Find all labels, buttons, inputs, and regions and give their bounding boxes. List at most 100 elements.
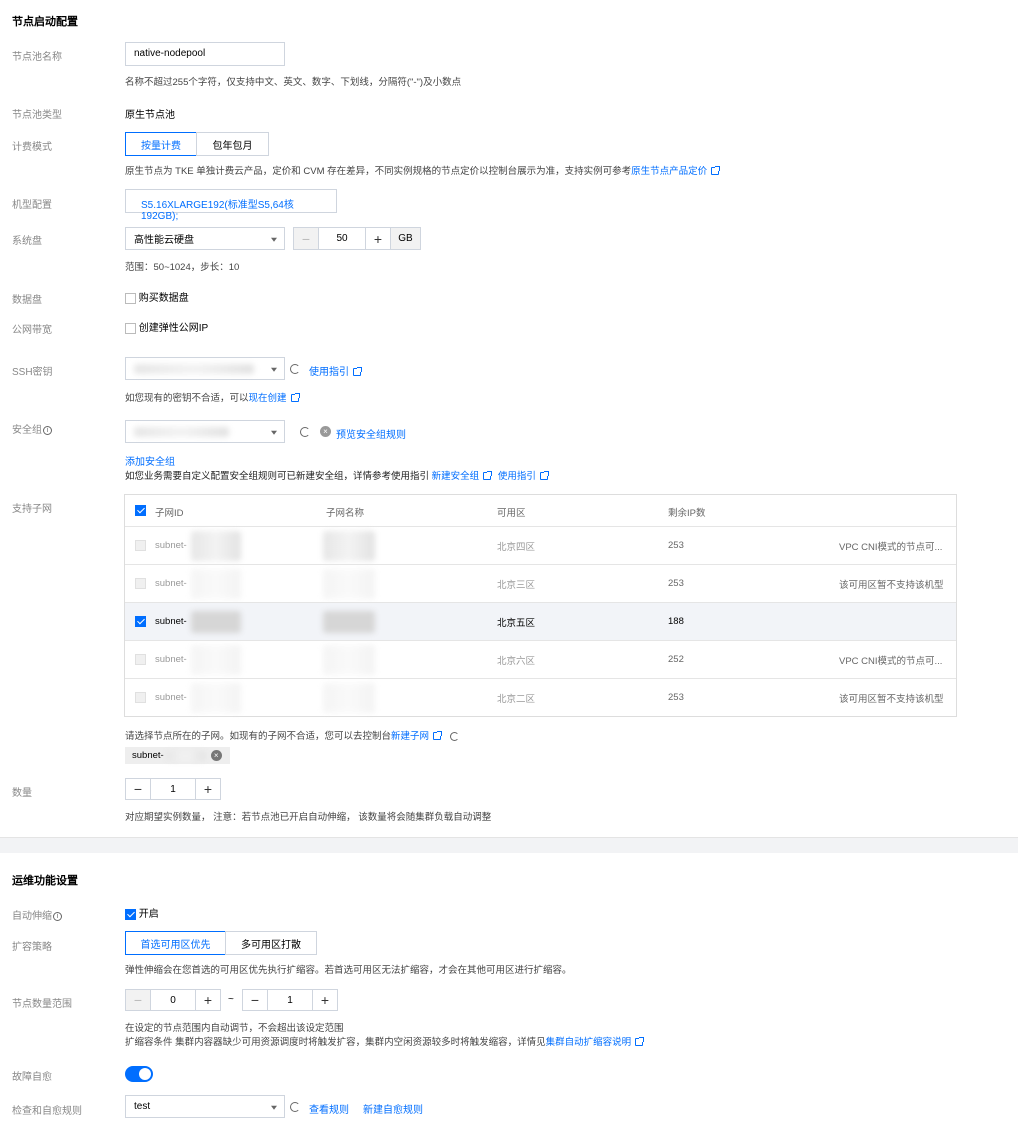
- create-selfheal-rule-link[interactable]: 新建自愈规则: [363, 1101, 423, 1116]
- subnet-name-redacted: [323, 644, 375, 675]
- strategy-spread-button[interactable]: 多可用区打散: [225, 931, 317, 955]
- refresh-icon[interactable]: [290, 1102, 300, 1112]
- subnet-zone: 北京二区: [497, 693, 536, 705]
- select-all-checkbox[interactable]: [135, 505, 146, 516]
- tag-redacted: [165, 750, 206, 761]
- table-row[interactable]: subnet- 北京六区 252 VPC CNI模式的节点可...: [125, 640, 956, 678]
- subnet-zone: 北京四区: [497, 541, 536, 553]
- ssh-key-select[interactable]: [125, 357, 285, 380]
- subnet-name-redacted: [323, 682, 375, 713]
- secgroup-hint: 如您业务需要自定义配置安全组规则可已新建安全组，详情参考使用指引 新建安全组 使…: [125, 468, 549, 482]
- strategy-preferred-zone-button[interactable]: 首选可用区优先: [125, 931, 226, 955]
- autoscale-checkbox[interactable]: [125, 908, 136, 920]
- range-max-decrease-button[interactable]: −: [243, 990, 267, 1010]
- external-link-icon: [483, 471, 493, 481]
- range-min-increase-button[interactable]: +: [196, 990, 220, 1010]
- create-key-link[interactable]: 现在创建: [249, 393, 287, 404]
- subnet-id: subnet-: [155, 540, 187, 551]
- datadisk-checkbox[interactable]: [125, 292, 136, 304]
- external-link-icon: [711, 166, 721, 176]
- row-checkbox[interactable]: [135, 578, 146, 589]
- row-checkbox[interactable]: [135, 616, 146, 627]
- new-secgroup-link[interactable]: 新建安全组: [432, 471, 480, 482]
- subnet-name-redacted: [323, 530, 375, 561]
- info-icon[interactable]: i: [53, 911, 62, 921]
- sysdisk-increase-button[interactable]: +: [366, 228, 390, 249]
- range-min-decrease-button[interactable]: −: [126, 990, 150, 1010]
- subnet-id-redacted: [191, 610, 241, 633]
- model-select-button[interactable]: S5.16XLARGE192(标准型S5,64核192GB);: [125, 189, 337, 222]
- row-checkbox[interactable]: [135, 692, 146, 703]
- pool-name-input[interactable]: native-nodepool: [125, 42, 285, 66]
- subnet-zone: 北京六区: [497, 655, 536, 667]
- row-checkbox[interactable]: [135, 540, 146, 551]
- subnet-zone: 北京五区: [497, 617, 536, 629]
- billing-pay-as-you-go-button[interactable]: 按量计费: [125, 132, 197, 156]
- sysdisk-size-value[interactable]: 50: [318, 228, 366, 249]
- datadisk-checkbox-row[interactable]: 购买数据盘: [125, 289, 189, 304]
- billing-monthly-button[interactable]: 包年包月: [196, 132, 269, 156]
- autoscale-label-text: 自动伸缩: [12, 911, 52, 922]
- preview-secgroup-rules-link[interactable]: 预览安全组规则: [336, 426, 406, 441]
- subnet-id: subnet-: [155, 578, 187, 589]
- subnet-ips: 188: [668, 616, 684, 627]
- sysdisk-size-stepper[interactable]: − 50 + GB: [293, 227, 421, 250]
- add-secgroup-link[interactable]: 添加安全组: [125, 453, 175, 468]
- range-min-value[interactable]: 0: [150, 990, 196, 1010]
- caret-down-icon: [271, 237, 277, 242]
- table-row[interactable]: subnet- 北京二区 253 该可用区暂不支持该机型: [125, 678, 956, 716]
- secgroup-label: 安全组 i: [12, 421, 52, 436]
- subnet-note: VPC CNI模式的节点可...: [839, 655, 943, 667]
- refresh-icon[interactable]: [449, 731, 459, 741]
- datadisk-checkbox-label: 购买数据盘: [138, 293, 189, 304]
- range-hint-1: 在设定的节点范围内自动调节，不会超出该设定范围: [125, 1023, 344, 1034]
- table-row[interactable]: subnet- 北京五区 188: [125, 602, 956, 640]
- autoscale-checkbox-row[interactable]: 开启: [125, 905, 159, 920]
- row-checkbox[interactable]: [135, 654, 146, 665]
- ssh-hint: 如您现有的密钥不合适，可以现在创建: [125, 390, 300, 404]
- subnet-note: VPC CNI模式的节点可...: [839, 541, 943, 553]
- range-label: 节点数量范围: [12, 999, 72, 1010]
- table-row[interactable]: subnet- 北京三区 253 该可用区暂不支持该机型: [125, 564, 956, 602]
- eip-checkbox-row[interactable]: 创建弹性公网IP: [125, 319, 208, 334]
- sysdisk-decrease-button[interactable]: −: [294, 228, 318, 249]
- autoscale-checkbox-label: 开启: [138, 909, 159, 920]
- table-row[interactable]: subnet- 北京四区 253 VPC CNI模式的节点可...: [125, 526, 956, 564]
- count-decrease-button[interactable]: −: [126, 779, 150, 799]
- close-circle-icon[interactable]: ×: [210, 750, 222, 761]
- count-value[interactable]: 1: [150, 779, 196, 799]
- subnet-name-redacted: [323, 568, 375, 599]
- section-title-node-startup: 节点启动配置: [12, 16, 78, 28]
- secgroup-select[interactable]: [125, 420, 285, 443]
- ssh-guide-link[interactable]: 使用指引: [309, 367, 349, 378]
- eip-checkbox[interactable]: [125, 322, 136, 334]
- subnet-table: 子网ID 子网名称 可用区 剩余IP数 subnet- 北京四区 253 VPC…: [124, 494, 957, 717]
- close-circle-icon[interactable]: ×: [320, 426, 331, 437]
- sysdisk-unit: GB: [390, 228, 420, 249]
- refresh-icon[interactable]: [300, 427, 310, 437]
- header-remaining-ips: 剩余IP数: [668, 508, 706, 519]
- new-subnet-link[interactable]: 新建子网: [391, 731, 429, 742]
- subnet-id-redacted: [191, 682, 241, 713]
- rules-select[interactable]: test: [125, 1095, 285, 1118]
- subnet-hint: 请选择节点所在的子网。如现有的子网不合适，您可以去控制台新建子网: [125, 728, 459, 742]
- autoscale-doc-link[interactable]: 集群自动扩缩容说明: [546, 1037, 632, 1048]
- sysdisk-type-select[interactable]: 高性能云硬盘: [125, 227, 285, 250]
- model-label: 机型配置: [12, 200, 52, 211]
- range-max-value[interactable]: 1: [267, 990, 313, 1010]
- secgroup-guide-link[interactable]: 使用指引: [498, 471, 536, 482]
- selfheal-toggle[interactable]: [125, 1066, 153, 1082]
- info-icon[interactable]: i: [43, 425, 52, 435]
- ssh-guide[interactable]: 使用指引: [309, 363, 362, 378]
- range-max-increase-button[interactable]: +: [313, 990, 337, 1010]
- native-pricing-link[interactable]: 原生节点产品定价: [631, 166, 707, 177]
- view-rules-link[interactable]: 查看规则: [309, 1101, 349, 1116]
- count-increase-button[interactable]: +: [196, 779, 220, 799]
- autoscale-label: 自动伸缩 i: [12, 907, 62, 922]
- refresh-icon[interactable]: [290, 364, 300, 374]
- range-min-stepper[interactable]: − 0 +: [125, 989, 221, 1011]
- header-subnet-name: 子网名称: [326, 508, 365, 519]
- subnet-id: subnet-: [155, 654, 187, 665]
- count-stepper[interactable]: − 1 +: [125, 778, 221, 800]
- range-max-stepper[interactable]: − 1 +: [242, 989, 338, 1011]
